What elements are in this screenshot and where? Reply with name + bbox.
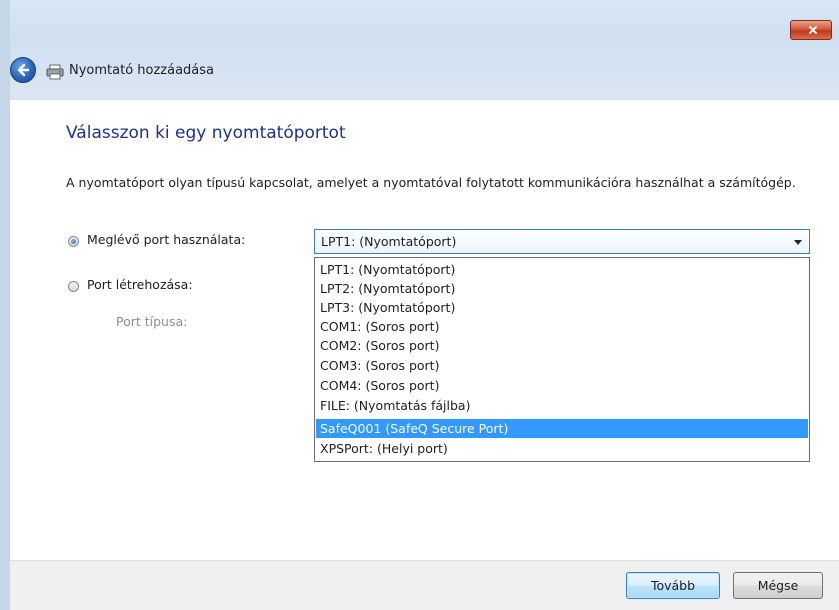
create-port-label[interactable]: Port létrehozása: [87, 277, 193, 292]
window-frame-left [0, 0, 10, 610]
port-select[interactable]: LPT1: (Nyomtatóport) [314, 229, 810, 254]
next-button[interactable]: Tovább [626, 572, 720, 599]
dropdown-option-lpt2[interactable]: LPT2: (Nyomtatóport) [316, 279, 808, 298]
dropdown-option-com3[interactable]: COM3: (Soros port) [316, 356, 808, 375]
dropdown-option-lpt3[interactable]: LPT3: (Nyomtatóport) [316, 298, 808, 317]
close-button[interactable] [790, 20, 832, 40]
existing-port-label[interactable]: Meglévő port használata: [87, 232, 245, 247]
radio-existing-port[interactable] [68, 236, 79, 247]
port-dropdown-list[interactable]: LPT1: (Nyomtatóport) LPT2: (Nyomtatóport… [314, 257, 810, 462]
page-heading: Válasszon ki egy nyomtatóportot [66, 123, 346, 143]
dropdown-option-file[interactable]: FILE: (Nyomtatás fájlba) [316, 396, 808, 415]
printer-icon [46, 64, 64, 80]
dropdown-option-safeq[interactable]: SafeQ001 (SafeQ Secure Port) [316, 419, 808, 438]
dropdown-option-xpsport[interactable]: XPSPort: (Helyi port) [316, 439, 808, 458]
back-button[interactable] [10, 57, 36, 83]
dropdown-option-com4[interactable]: COM4: (Soros port) [316, 376, 808, 395]
cancel-button[interactable]: Mégse [733, 572, 823, 599]
dropdown-option-lpt1[interactable]: LPT1: (Nyomtatóport) [316, 260, 808, 279]
dropdown-option-com1[interactable]: COM1: (Soros port) [316, 317, 808, 336]
port-select-value: LPT1: (Nyomtatóport) [321, 234, 457, 249]
chevron-down-icon[interactable] [794, 240, 802, 245]
radio-create-port[interactable] [68, 281, 79, 292]
page-description: A nyomtatóport olyan típusú kapcsolat, a… [66, 175, 796, 190]
port-type-label: Port típusa: [116, 314, 188, 329]
back-arrow-icon [17, 63, 30, 77]
title-bar [10, 0, 839, 100]
wizard-title: Nyomtató hozzáadása [69, 63, 215, 78]
dropdown-option-com2[interactable]: COM2: (Soros port) [316, 336, 808, 355]
